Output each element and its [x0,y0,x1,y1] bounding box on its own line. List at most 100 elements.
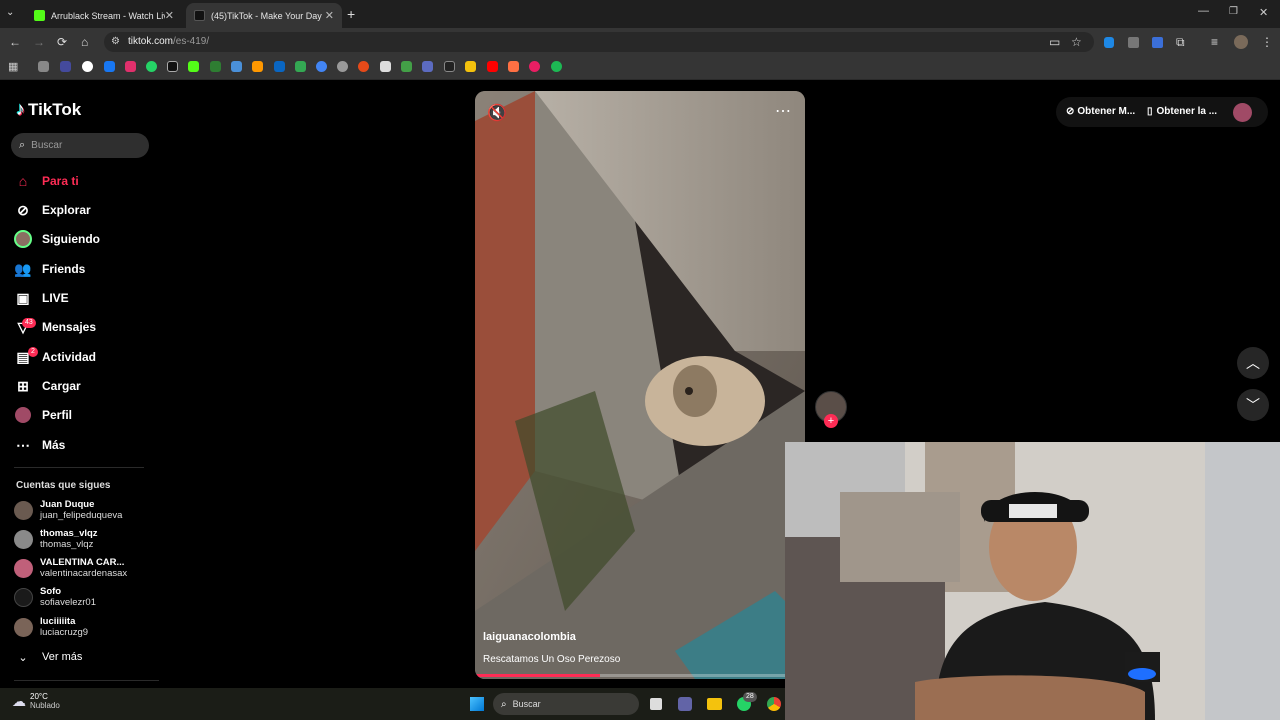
nav-live[interactable]: ▣ LIVE [14,287,68,309]
apps-grid-icon[interactable]: ▦ [8,60,18,73]
extension-tag-icon[interactable] [1152,37,1163,48]
extension-grid-icon[interactable] [1128,37,1139,48]
taskbar-search-label: Buscar [512,699,541,709]
bookmark-icon[interactable] [444,61,455,72]
facebook-bookmark-icon[interactable] [104,61,115,72]
previous-video-button[interactable]: ︿ [1237,347,1269,379]
nav-profile[interactable]: Perfil [14,404,72,426]
follow-plus-icon[interactable]: + [824,414,838,428]
profile-avatar[interactable] [1233,103,1252,122]
nav-label: Más [42,438,66,452]
nav-for-you[interactable]: ⌂ Para ti [14,170,79,192]
whatsapp-bookmark-icon[interactable] [146,61,157,72]
tiktok-wordmark: TikTok [28,99,82,119]
bookmark-icon[interactable] [422,61,433,72]
restore-icon[interactable]: ❐ [1229,6,1238,17]
mute-icon[interactable]: 🔇 [487,103,507,123]
followed-account[interactable]: Juan Duque juan_felipeduqueva [14,499,122,521]
back-icon[interactable]: ← [9,35,21,49]
bookmark-icon[interactable] [231,61,242,72]
drive-bookmark-icon[interactable] [295,61,306,72]
reload-icon[interactable]: ⟳ [57,35,67,49]
account-handle: thomas_vlqz [40,539,94,550]
weather-widget[interactable]: ☁ 20°C Nublado [12,692,60,710]
following-avatar-icon [14,230,32,248]
bookmark-icon[interactable] [60,61,71,72]
sidebar-divider [14,680,159,681]
get-coins-button[interactable]: ⊘ Obtener M... [1066,106,1135,117]
followed-account[interactable]: Sofo sofiavelezr01 [14,586,96,608]
bookmark-icon[interactable] [38,61,49,72]
close-tab-icon[interactable]: ✕ [165,9,174,22]
home-icon[interactable]: ⌂ [81,35,88,49]
tiktok-logo[interactable]: ♪ TikTok [16,99,81,120]
bookmark-icon[interactable] [210,61,221,72]
followed-account[interactable]: luciiiiita luciacruzg9 [14,616,88,638]
followed-account[interactable]: thomas_vlqz thomas_vlqz [14,528,98,550]
youtube-bookmark-icon[interactable] [487,61,498,72]
nav-friends[interactable]: 👥 Friends [14,258,85,280]
whatsapp-badge: 28 [743,692,757,702]
weather-temp: 20°C [30,692,48,701]
x-bookmark-icon[interactable] [167,61,178,72]
site-info-icon[interactable]: ⚙ [111,36,120,47]
instagram-bookmark-icon[interactable] [125,61,136,72]
tiktok-favicon-icon [194,10,205,21]
reading-list-icon[interactable]: ≡ [1211,35,1218,49]
kick-favicon-icon [34,10,45,21]
browser-menu-icon[interactable]: ⋮ [1261,35,1273,49]
bookmark-icon[interactable] [529,61,540,72]
spotify-bookmark-icon[interactable] [551,61,562,72]
bookmark-icon[interactable] [252,61,263,72]
teams-icon[interactable] [678,697,692,711]
task-view-icon[interactable] [650,698,662,710]
see-more-button[interactable]: ⌄ Ver más [14,646,82,668]
new-tab-icon[interactable]: + [347,6,355,22]
messages-badge: 43 [22,318,36,328]
linkedin-bookmark-icon[interactable] [274,61,285,72]
account-handle: juan_felipeduqueva [40,510,123,521]
search-input[interactable]: ⌕ Buscar [11,133,149,158]
nav-explore[interactable]: ⊘ Explorar [14,199,91,221]
close-tab-icon[interactable]: ✕ [325,9,334,22]
nav-more[interactable]: ⋯ Más [14,434,65,456]
file-explorer-icon[interactable] [707,698,722,710]
minimize-icon[interactable]: — [1198,5,1209,17]
next-video-button[interactable]: ﹀ [1237,389,1269,421]
kick-bookmark-icon[interactable] [188,61,199,72]
profile-avatar[interactable] [1234,35,1248,49]
extensions-puzzle-icon[interactable]: ⧉ [1176,35,1185,50]
video-caption: Rescatamos Un Oso Perezoso [483,654,621,665]
nav-upload[interactable]: ⊞ Cargar [14,375,81,397]
followed-account[interactable]: VALENTINA CAR... valentinacardenasax [14,557,127,579]
address-bar[interactable]: tiktok.com/es-419/ [104,32,1094,52]
video-progress-fill [475,674,601,677]
bookmark-icon[interactable] [465,61,476,72]
bookmark-icon[interactable] [358,61,369,72]
google-bookmark-icon[interactable] [82,61,93,72]
bookmark-icon[interactable] [508,61,519,72]
video-player[interactable]: 🔇 ⋯ laiguanacolombia Rescatamos Un Oso P… [475,91,805,679]
tab-arrublack[interactable]: Arrublack Stream - Watch Live ✕ [26,3,182,28]
get-app-button[interactable]: ▯ Obtener la ... [1147,106,1217,117]
bookmark-icon[interactable] [401,61,412,72]
taskbar-search[interactable]: ⌕ Buscar [493,693,639,715]
forward-icon[interactable]: → [33,35,45,49]
bookmark-icon[interactable] [337,61,348,72]
chrome-icon[interactable] [767,697,781,711]
live-icon: ▣ [16,289,30,306]
nav-following[interactable]: Siguiendo [14,228,100,250]
video-author[interactable]: laiguanacolombia [483,631,576,643]
extension-shield-icon[interactable] [1104,37,1114,48]
start-button[interactable] [470,697,484,711]
bookmark-icon[interactable] [316,61,327,72]
video-options-icon[interactable]: ⋯ [775,101,791,121]
bookmark-icon[interactable] [380,61,391,72]
cast-icon[interactable]: ▭ [1049,35,1060,49]
video-progress-track[interactable] [475,674,805,677]
tab-list-chevron-icon[interactable]: ⌄ [6,7,14,18]
window-close-icon[interactable]: ✕ [1259,6,1268,19]
tab-tiktok[interactable]: (45)TikTok - Make Your Day ✕ [186,3,342,28]
bookmark-star-icon[interactable]: ☆ [1071,35,1082,49]
nav-activity[interactable]: ▤ Actividad [14,346,96,368]
